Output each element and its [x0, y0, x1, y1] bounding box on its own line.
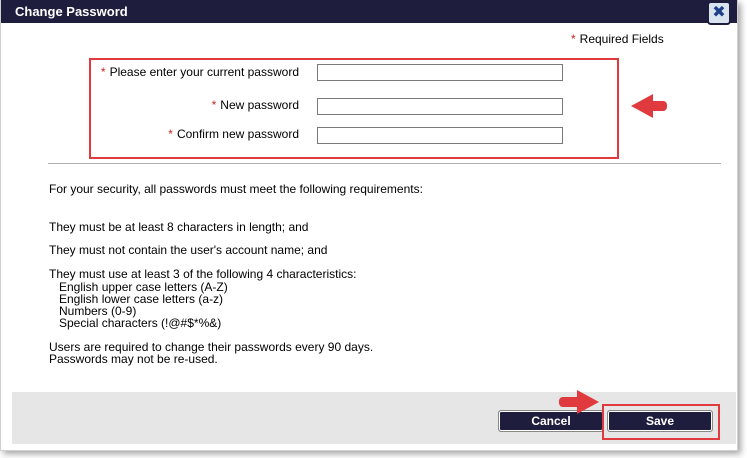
current-password-input[interactable] — [317, 64, 563, 81]
change-password-dialog: Change Password ✖ * Required Fields * Plea… — [0, 0, 738, 451]
dialog-title: Change Password — [15, 4, 128, 19]
close-button[interactable]: ✖ — [707, 1, 731, 25]
divider — [48, 163, 721, 164]
new-password-input[interactable] — [317, 98, 563, 115]
close-icon: ✖ — [712, 4, 726, 21]
required-star: * — [211, 98, 217, 112]
required-fields-note: * Required Fields — [571, 32, 664, 46]
new-password-label: * New password — [212, 98, 299, 112]
rule-account-name: They must not contain the user's account… — [49, 243, 328, 257]
rule-characteristics: They must use at least 3 of the followin… — [49, 267, 357, 281]
annotation-arrow-tail — [559, 397, 579, 407]
required-fields-label: Required Fields — [579, 32, 664, 46]
save-button[interactable]: Save — [607, 410, 713, 432]
required-star: * — [100, 65, 106, 79]
current-password-label: * Please enter your current password — [101, 65, 299, 79]
confirm-password-label: * Confirm new password — [168, 127, 299, 141]
annotation-arrow-left-icon — [631, 94, 653, 118]
confirm-password-input[interactable] — [317, 127, 563, 144]
required-star: * — [571, 32, 576, 46]
dialog-titlebar: Change Password ✖ — [1, 0, 737, 25]
annotation-arrow-right-icon — [577, 390, 599, 414]
new-password-label-text: New password — [220, 98, 299, 112]
required-star: * — [168, 127, 173, 141]
rule-length: They must be at least 8 characters in le… — [49, 220, 309, 234]
characteristic-item: Special characters (!@#$*%&) — [59, 316, 222, 330]
confirm-password-label-text: Confirm new password — [176, 127, 299, 141]
reuse-note: Passwords may not be re-used. — [49, 352, 218, 366]
requirements-intro: For your security, all passwords must me… — [49, 182, 423, 196]
current-password-label-text: Please enter your current password — [109, 65, 299, 79]
